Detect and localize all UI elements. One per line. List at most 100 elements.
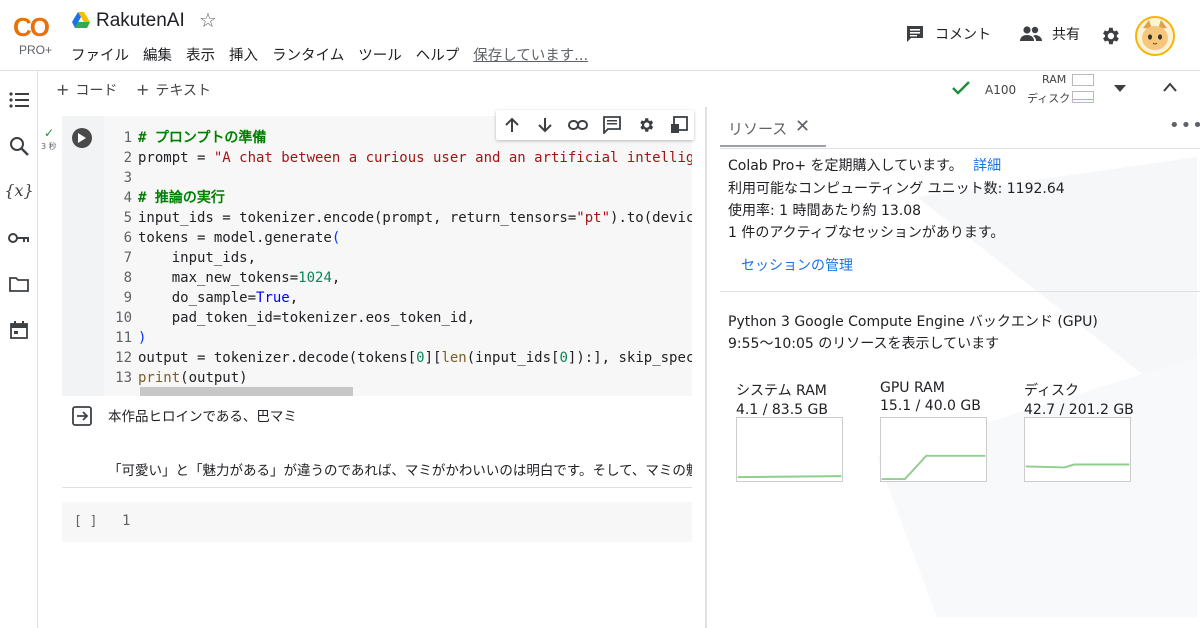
output-line-1: 本作品ヒロインである、巴マミ — [108, 409, 297, 425]
add-code-label: コード — [75, 83, 118, 99]
notebook-toolbar: + コード + テキスト A100 RAM ディスク — [38, 71, 1200, 107]
line-number: 9 — [123, 290, 132, 306]
tab-underline — [720, 145, 826, 147]
move-down-icon[interactable] — [535, 115, 555, 135]
ram-usage-bar — [1072, 74, 1094, 86]
add-code-button[interactable]: + コード — [56, 80, 117, 100]
disk-gauge: ディスク 42.7 / 201.2 GB — [1024, 380, 1134, 482]
subscription-text: Colab Pro+ を定期購入しています。 — [728, 158, 963, 174]
menu-view[interactable]: 表示 — [186, 44, 215, 65]
folder-icon[interactable] — [8, 273, 30, 295]
more-options-icon[interactable]: ••• — [1169, 115, 1200, 136]
details-link[interactable]: 詳細 — [973, 158, 1001, 174]
key-icon[interactable] — [8, 227, 30, 249]
cell-gutter — [62, 116, 104, 396]
share-button[interactable]: 共有 — [1020, 24, 1080, 44]
panel-header-divider — [720, 148, 1200, 149]
tab-resources[interactable]: リソース — [728, 118, 787, 139]
disk-chart — [1024, 417, 1131, 482]
logo-pro-label: PRO+ — [19, 43, 53, 57]
line-number: 5 — [123, 210, 132, 226]
play-icon — [78, 133, 86, 143]
output-line-2: 「可愛い」と「魅力がある」が違うのであれば、マミがかわいいのは明白です。そして、… — [108, 463, 692, 479]
cell-toolbar — [496, 110, 694, 140]
calendar-icon[interactable] — [8, 319, 30, 341]
output-icon[interactable] — [72, 406, 94, 426]
system-ram-chart — [736, 417, 843, 482]
executed-check-icon: ✓ — [44, 126, 55, 140]
resources-panel: リソース ✕ ••• Colab Pro+ を定期購入しています。 詳細 利用可… — [707, 107, 1200, 628]
gpu-ram-chart — [880, 417, 987, 482]
share-label: 共有 — [1052, 27, 1080, 43]
line-number: 8 — [123, 270, 132, 286]
panel-section-divider — [720, 291, 1200, 292]
plus-icon: + — [136, 80, 150, 99]
move-up-icon[interactable] — [502, 115, 522, 135]
line-number: 13 — [115, 370, 132, 386]
empty-code-cell[interactable]: [ ] 1 — [62, 502, 692, 542]
menu-runtime[interactable]: ランタイム — [272, 44, 344, 65]
ram-label: RAM — [1042, 73, 1067, 86]
run-cell-button[interactable] — [72, 128, 92, 148]
runtime-dropdown-icon[interactable] — [1114, 85, 1126, 93]
line-number: 1 — [122, 513, 131, 529]
search-icon[interactable] — [8, 135, 30, 157]
menu-file[interactable]: ファイル — [71, 44, 129, 65]
line-number: 11 — [115, 330, 132, 346]
disk-usage-bar — [1072, 91, 1094, 103]
connected-check-icon — [952, 81, 970, 95]
settings-gear-icon[interactable] — [1099, 25, 1121, 47]
system-ram-gauge: システム RAM 4.1 / 83.5 GB — [736, 380, 846, 482]
gauge-title: システム RAM — [736, 383, 827, 399]
backend-info: Python 3 Google Compute Engine バックエンド (G… — [728, 314, 1098, 330]
mirror-cell-icon[interactable] — [669, 115, 689, 135]
menu-help[interactable]: ヘルプ — [416, 44, 460, 65]
usage-rate: 使用率: 1 時間あたり約 13.08 — [728, 203, 922, 219]
line-number: 3 — [123, 170, 132, 186]
colab-logo[interactable]: CO PRO+ — [10, 10, 58, 58]
horizontal-scrollbar[interactable] — [140, 387, 353, 396]
comment-button[interactable]: コメント — [905, 24, 991, 44]
add-text-button[interactable]: + テキスト — [136, 80, 211, 100]
cell-output: 本作品ヒロインである、巴マミ 「可愛い」と「魅力がある」が違うのであれば、マミが… — [62, 396, 692, 488]
user-avatar[interactable] — [1135, 16, 1175, 56]
left-sidebar: {x} — [0, 71, 38, 628]
cat-avatar-icon — [1137, 18, 1173, 54]
runtime-type[interactable]: A100 — [985, 83, 1016, 97]
disk-label: ディスク — [1027, 92, 1071, 105]
gauge-value: 4.1 / 83.5 GB — [736, 402, 828, 418]
line-number: 6 — [123, 230, 132, 246]
menu-tools[interactable]: ツール — [358, 44, 402, 65]
table-of-contents-icon[interactable] — [8, 89, 30, 111]
time-range: 9:55〜10:05 のリソースを表示しています — [728, 336, 1000, 352]
comment-cell-icon[interactable] — [602, 115, 622, 135]
line-number: 2 — [123, 150, 132, 166]
menu-edit[interactable]: 編集 — [143, 44, 172, 65]
line-number: 10 — [115, 310, 132, 326]
saving-status[interactable]: 保存しています... — [473, 44, 588, 65]
gauge-title: ディスク — [1024, 383, 1080, 399]
comment-label: コメント — [935, 27, 991, 43]
variables-icon[interactable]: {x} — [4, 179, 33, 201]
star-icon[interactable]: ☆ — [199, 8, 217, 32]
gauge-title: GPU RAM — [880, 380, 945, 396]
line-number: 1 — [123, 130, 132, 146]
people-icon — [1020, 26, 1042, 41]
chevron-up-icon[interactable] — [1163, 82, 1177, 92]
compute-units: 利用可能なコンピューティング ユニット数: 1192.64 — [728, 181, 1065, 197]
gauge-value: 42.7 / 201.2 GB — [1024, 402, 1134, 418]
cell-run-brackets[interactable]: [ ] — [74, 514, 97, 529]
exec-time: 3 秒 — [41, 142, 57, 151]
notebook-title[interactable]: RakutenAI — [96, 10, 185, 32]
link-icon[interactable] — [568, 115, 588, 135]
line-number: 7 — [123, 250, 132, 266]
cell-settings-icon[interactable] — [636, 115, 656, 135]
manage-sessions-link[interactable]: セッションの管理 — [741, 255, 853, 275]
close-icon[interactable]: ✕ — [795, 116, 810, 137]
menu-insert[interactable]: 挿入 — [229, 44, 258, 65]
plus-icon: + — [56, 80, 70, 99]
code-editor[interactable]: 1 # プロンプトの準備 2 prompt = "A chat between a … — [108, 128, 692, 390]
comment-icon — [907, 26, 923, 42]
subscription-info: Colab Pro+ を定期購入しています。 詳細 — [728, 155, 1001, 175]
gauge-value: 15.1 / 40.0 GB — [880, 398, 981, 414]
